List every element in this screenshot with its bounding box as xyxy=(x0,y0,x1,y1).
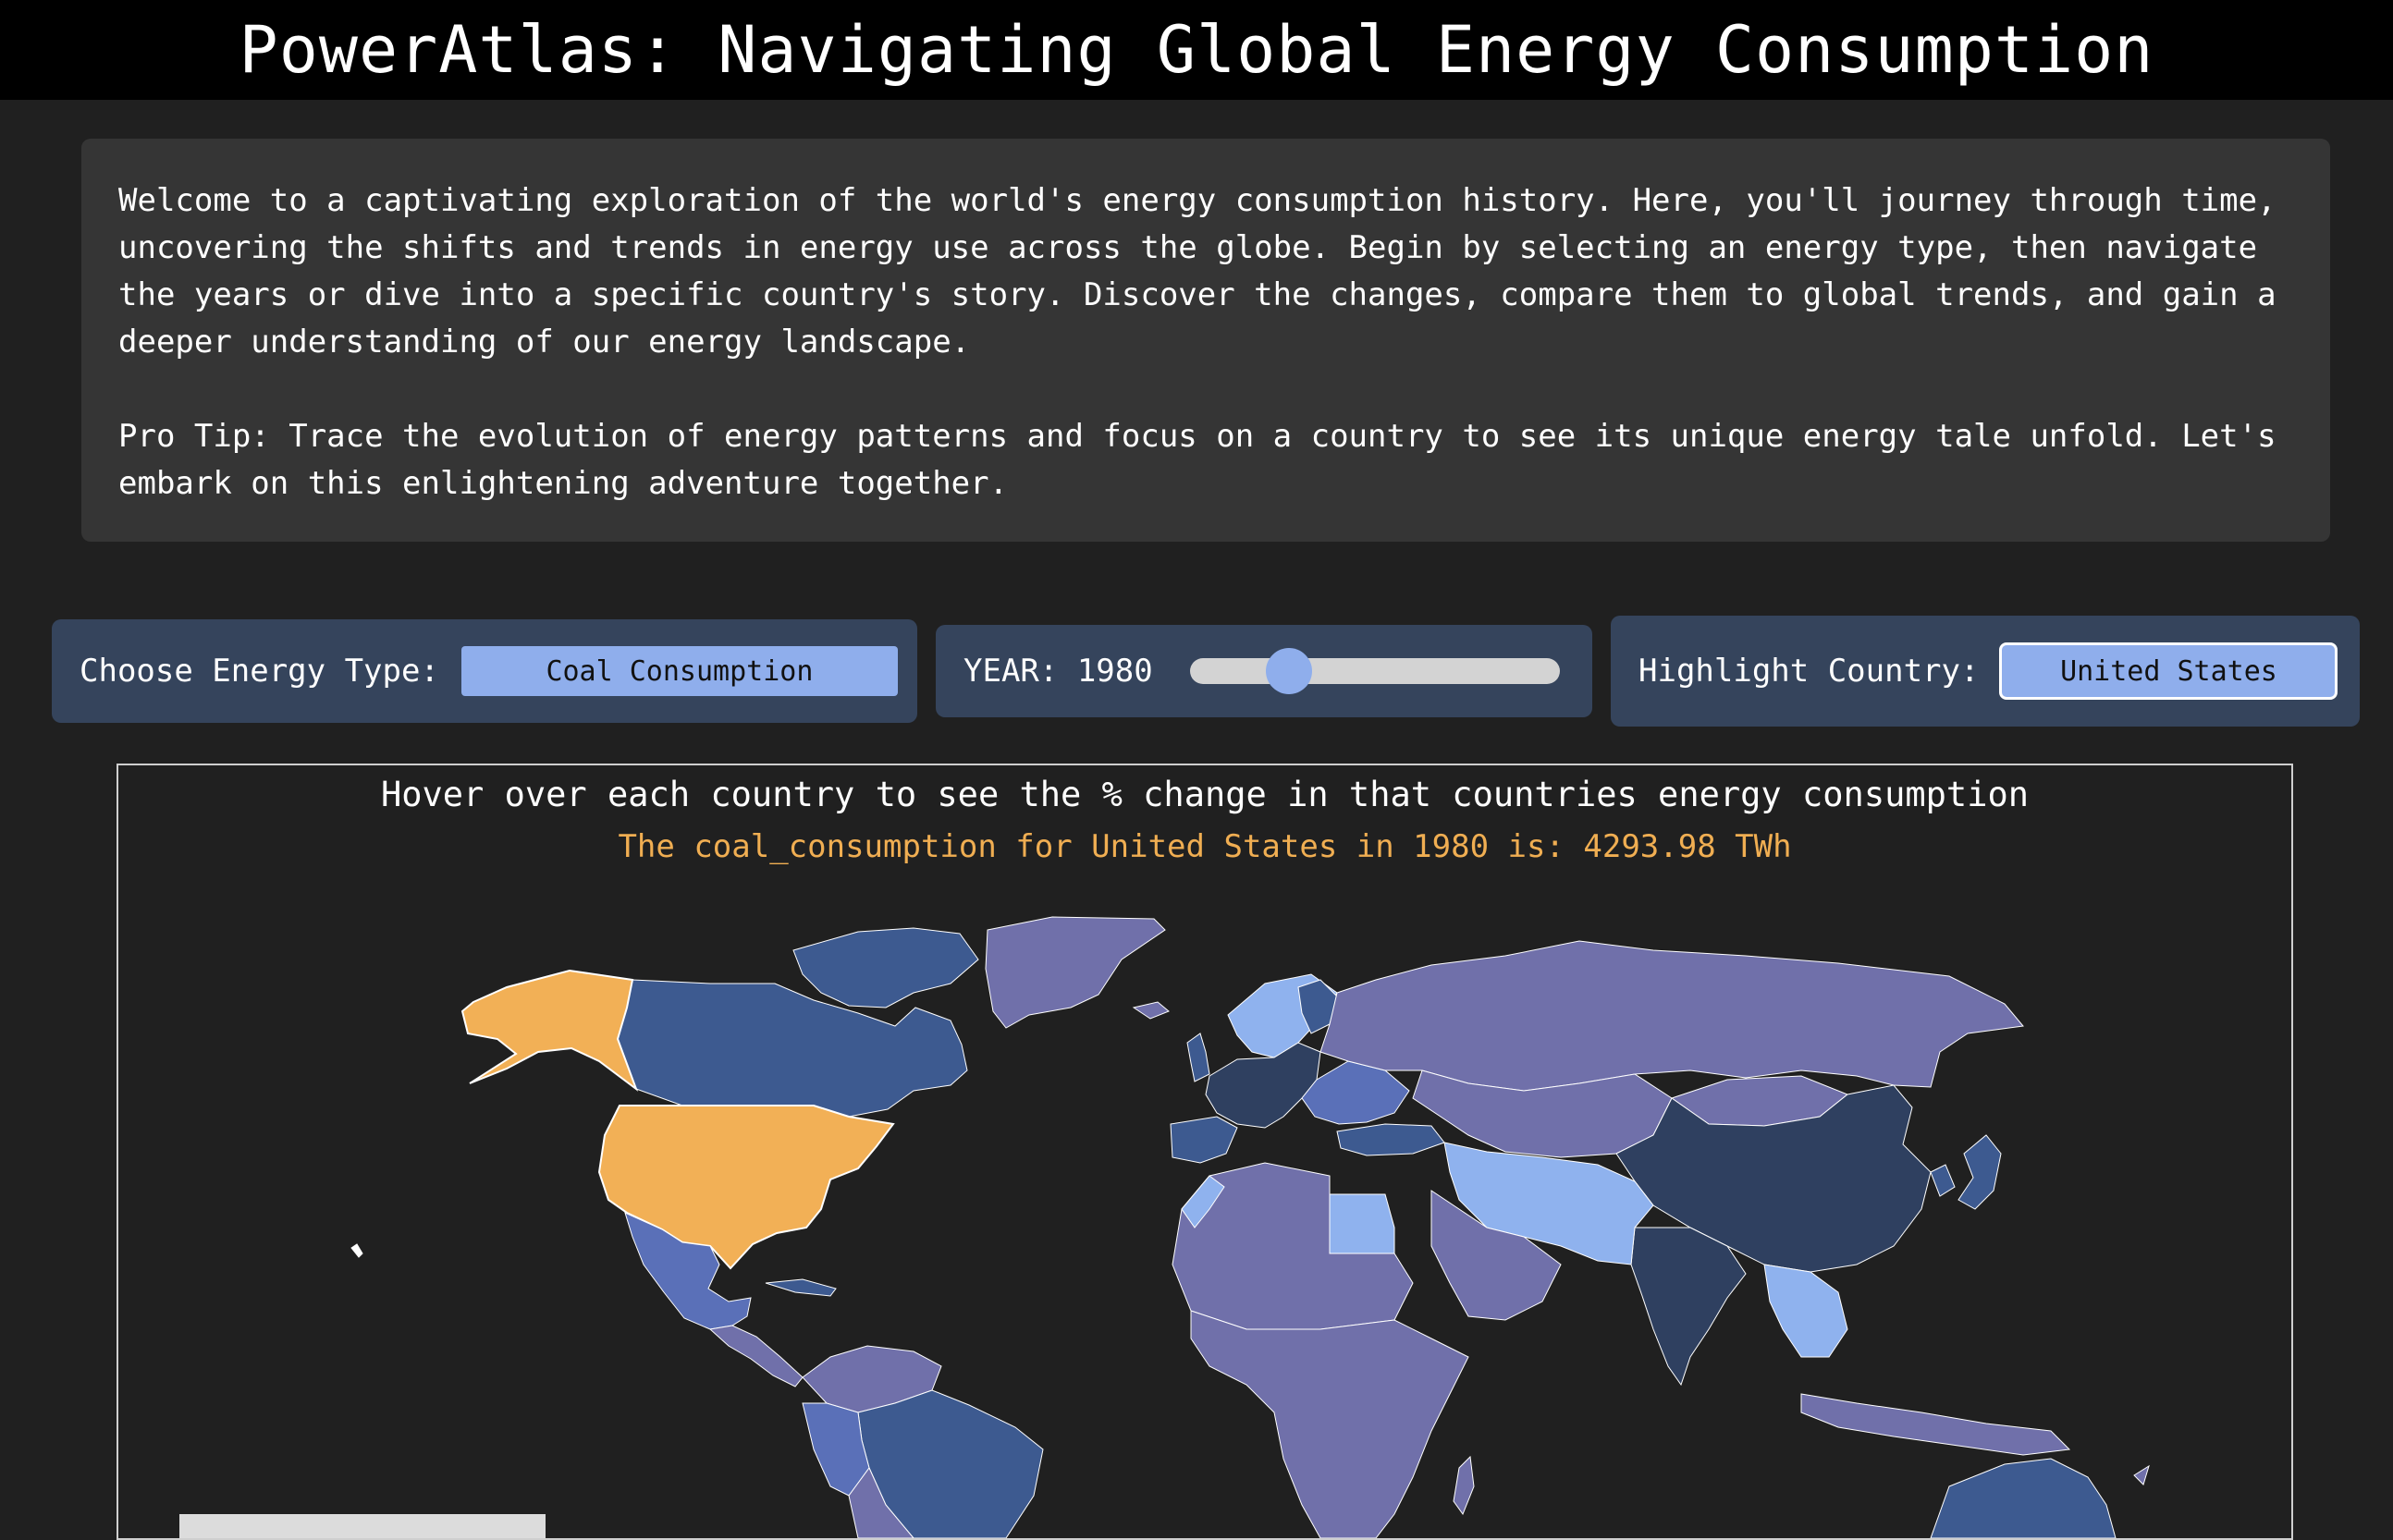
country-egypt[interactable] xyxy=(1329,1193,1395,1254)
country-turkey[interactable] xyxy=(1336,1123,1445,1156)
country-hawaii[interactable] xyxy=(350,1243,363,1258)
map-title: Hover over each country to see the % cha… xyxy=(380,775,2030,814)
energy-type-control: Choose Energy Type: Coal Consumption xyxy=(52,619,917,723)
year-slider[interactable] xyxy=(1189,648,1560,694)
country-japan[interactable] xyxy=(1957,1134,2002,1210)
country-alaska[interactable] xyxy=(460,969,639,1092)
highlight-country-select[interactable]: United States xyxy=(1999,642,2338,700)
country-madagascar[interactable] xyxy=(1453,1455,1475,1516)
pro-tip-paragraph: Pro Tip: Trace the evolution of energy p… xyxy=(118,418,2276,502)
map-container: Hover over each country to see the % cha… xyxy=(117,764,2293,1540)
intro-panel: Welcome to a captivating exploration of … xyxy=(81,139,2330,542)
year-label: YEAR: 1980 xyxy=(963,653,1153,690)
country-iceland[interactable] xyxy=(1132,1001,1170,1020)
map-info-text: The coal_consumption for United States i… xyxy=(618,828,1792,865)
map-legend-chip xyxy=(179,1514,546,1538)
highlight-country-label: Highlight Country: xyxy=(1638,653,1980,690)
page-header: PowerAtlas: Navigating Global Energy Con… xyxy=(0,0,2393,100)
world-map[interactable] xyxy=(118,765,2291,1538)
country-sub-saharan-africa[interactable] xyxy=(1190,1310,1469,1538)
country-cuba[interactable] xyxy=(765,1278,837,1297)
country-united-kingdom[interactable] xyxy=(1186,1033,1210,1082)
country-southeast-asia[interactable] xyxy=(1763,1264,1848,1358)
country-australia[interactable] xyxy=(1930,1458,2117,1538)
country-greenland[interactable] xyxy=(985,916,1166,1029)
country-russia[interactable] xyxy=(1319,940,2024,1092)
country-korea[interactable] xyxy=(1930,1164,1956,1197)
country-new-zealand[interactable] xyxy=(2133,1464,2150,1485)
energy-type-select[interactable]: Coal Consumption xyxy=(460,646,898,696)
page-title: PowerAtlas: Navigating Global Energy Con… xyxy=(239,12,2154,88)
country-western-europe[interactable] xyxy=(1205,1042,1321,1129)
country-canada[interactable] xyxy=(617,979,968,1118)
country-spain[interactable] xyxy=(1170,1116,1238,1164)
energy-type-label: Choose Energy Type: xyxy=(80,653,439,690)
year-slider-track[interactable] xyxy=(1189,658,1560,684)
country-indonesia[interactable] xyxy=(1800,1393,2071,1456)
country-central-america[interactable] xyxy=(708,1325,804,1387)
country-india[interactable] xyxy=(1630,1227,1747,1387)
highlight-country-control: Highlight Country: United States xyxy=(1611,616,2360,727)
country-canada-islands[interactable] xyxy=(792,927,979,1008)
intro-paragraph: Welcome to a captivating exploration of … xyxy=(118,182,2276,361)
year-control: YEAR: 1980 xyxy=(936,625,1592,717)
year-slider-thumb[interactable] xyxy=(1265,648,1312,694)
